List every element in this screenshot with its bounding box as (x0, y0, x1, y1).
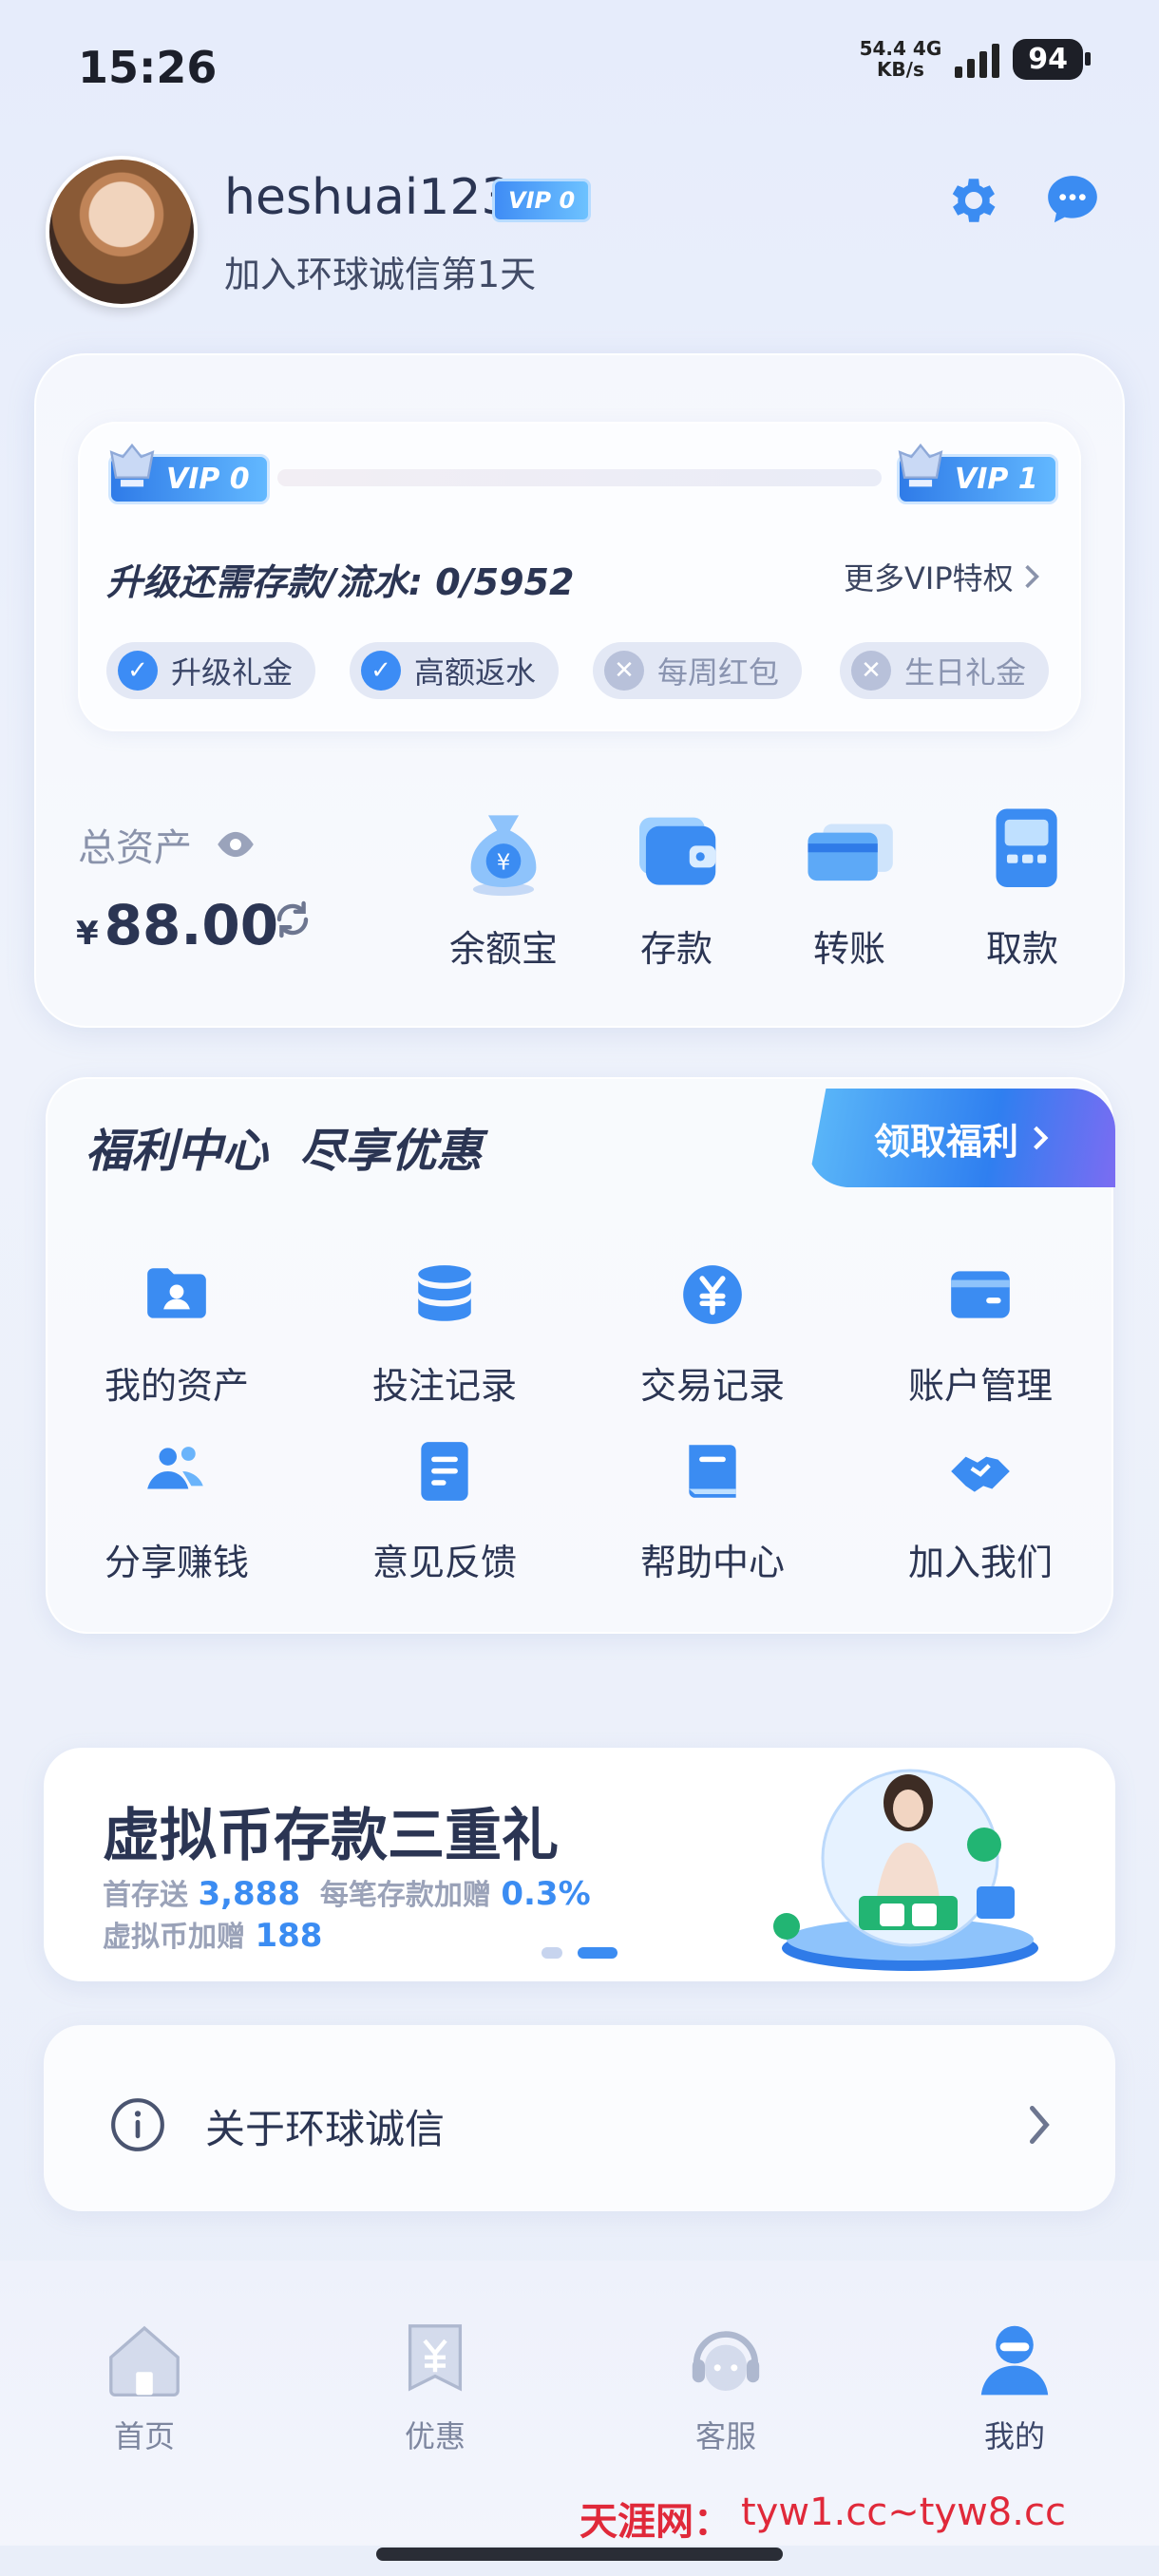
nav-home[interactable]: 首页 (59, 2318, 230, 2456)
share-users-icon (147, 1447, 203, 1489)
home-indicator[interactable] (376, 2548, 783, 2561)
vip-badge: VIP 0 (492, 179, 592, 222)
home-icon (109, 2325, 180, 2397)
chevron-right-icon (1030, 2106, 1050, 2144)
carousel-dot-active[interactable] (578, 1947, 618, 1959)
document-icon (421, 1442, 468, 1501)
total-assets-value: ¥ 88.00 (76, 893, 279, 957)
perk-birthday-bonus: ✕ 生日礼金 (840, 642, 1050, 699)
total-assets-label: 总资产 (78, 817, 258, 872)
menu-transaction-records[interactable]: 交易记录 (598, 1260, 826, 1409)
status-indicators: 54.4 4G KB/s 94 (859, 37, 1091, 81)
quick-action-withdraw[interactable]: 取款 (956, 798, 1089, 972)
perk-upgrade-bonus: ✓ 升级礼金 (106, 642, 316, 699)
crown-icon (898, 443, 943, 487)
info-icon (111, 2098, 164, 2151)
chat-icon[interactable] (1043, 171, 1102, 230)
eye-icon[interactable] (213, 830, 258, 859)
battery-indicator: 94 (1013, 38, 1091, 80)
menu-help-center[interactable]: 帮助中心 (598, 1436, 826, 1585)
avatar[interactable] (46, 156, 198, 308)
promo-illustration (773, 1769, 1038, 1971)
vip-progress-track (277, 469, 882, 486)
nav-profile[interactable]: 我的 (929, 2318, 1100, 2456)
quick-action-deposit[interactable]: 存款 (610, 798, 743, 972)
chevron-right-icon (1034, 1126, 1049, 1150)
nav-customer-service[interactable]: 客服 (640, 2318, 811, 2456)
claim-benefits-button[interactable]: 领取福利 (808, 1089, 1115, 1187)
join-days-text: 加入环球诚信第1天 (224, 254, 537, 295)
money-bag-icon: ¥ (470, 815, 537, 897)
menu-bet-records[interactable]: 投注记录 (331, 1260, 559, 1409)
quick-action-transfer[interactable]: 转账 (783, 798, 916, 972)
crown-icon (109, 443, 155, 487)
signal-icon (955, 40, 1000, 78)
menu-share-earn[interactable]: 分享赚钱 (63, 1436, 291, 1585)
menu-feedback[interactable]: 意见反馈 (331, 1436, 559, 1585)
menu-account-management[interactable]: 账户管理 (866, 1260, 1094, 1409)
yen-coin-icon (683, 1265, 742, 1324)
atm-icon (996, 808, 1057, 887)
coupon-icon (408, 2324, 463, 2392)
settings-icon[interactable] (944, 171, 1003, 230)
banner-line-1: 首存送 3,888 每笔存款加赠 0.3% (103, 1875, 591, 1913)
menu-my-assets[interactable]: 我的资产 (63, 1260, 291, 1409)
watermark: 天涯网： tyw1.cc~tyw8.cc (580, 2491, 1066, 2544)
more-vip-link[interactable]: 更多VIP特权 (844, 555, 1040, 598)
quick-action-yuebao[interactable]: ¥ 余额宝 (437, 798, 570, 972)
book-icon (689, 1445, 736, 1498)
network-speed: 54.4 4G KB/s (859, 37, 942, 81)
refresh-icon[interactable] (270, 897, 315, 942)
wallet-icon (639, 817, 716, 885)
status-time: 15:26 (78, 42, 218, 93)
menu-join-us[interactable]: 加入我们 (866, 1436, 1094, 1585)
about-label: 关于环球诚信 (205, 2106, 446, 2152)
user-icon (980, 2325, 1049, 2396)
database-icon (418, 1265, 471, 1321)
perk-high-rebate: ✓ 高额返水 (350, 642, 560, 699)
perk-weekly-red-packet: ✕ 每周红包 (593, 642, 803, 699)
chevron-right-icon (1024, 564, 1039, 589)
svg-text:¥: ¥ (497, 851, 511, 876)
headset-icon (692, 2331, 760, 2391)
handshake-icon (951, 1456, 1010, 1492)
carousel-dot[interactable] (542, 1947, 562, 1959)
check-icon: ✓ (361, 651, 401, 691)
nav-promotions[interactable]: 优惠 (350, 2318, 521, 2456)
banner-title: 虚拟币存款三重礼 (103, 1803, 559, 1869)
card-icon (808, 824, 893, 881)
cross-icon: ✕ (851, 651, 891, 691)
benefit-center-title: 福利中心 尽享优惠 (86, 1125, 483, 1178)
folder-user-icon (147, 1268, 206, 1318)
banner-line-2: 虚拟币加赠 188 (103, 1917, 323, 1955)
cross-icon: ✕ (604, 651, 644, 691)
username: heshuai123 (224, 169, 513, 226)
upgrade-requirement: 升级还需存款/流水: 0/5952 (106, 561, 575, 603)
check-icon: ✓ (118, 651, 158, 691)
card-icon (951, 1271, 1010, 1318)
